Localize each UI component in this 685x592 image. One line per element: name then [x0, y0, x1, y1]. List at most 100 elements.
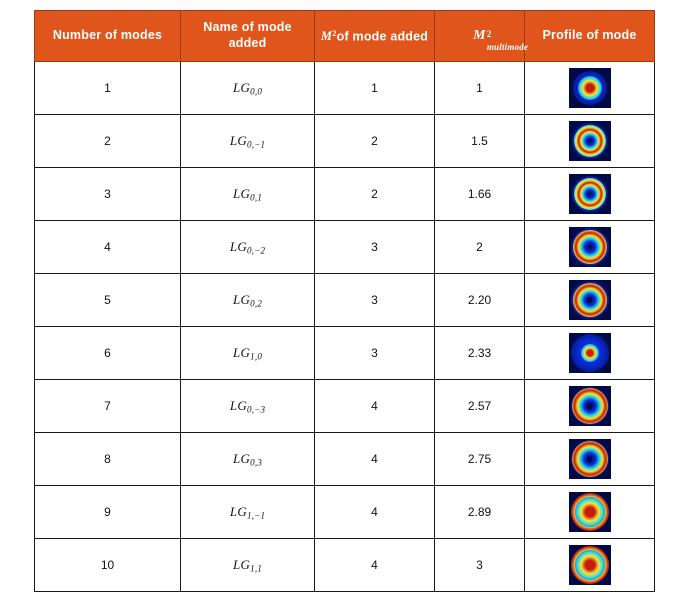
cell-mode-name: LG1,1 [180, 538, 315, 592]
table-row: 8 LG0,3 4 2.75 [34, 432, 655, 486]
mode-name-indices: 0,0 [250, 86, 263, 97]
profile-core [580, 344, 599, 362]
cell-profile-of-mode [524, 432, 655, 486]
mode-name-base: LG [229, 238, 248, 254]
table-row: 4 LG0,−2 3 2 [34, 220, 655, 274]
mode-profile-image [568, 227, 611, 267]
cell-m2-of-mode-added: 4 [314, 432, 435, 486]
cell-m2-of-mode-added: 4 [314, 379, 435, 433]
mode-name-base: LG [229, 397, 248, 413]
cell-m2-of-mode-added: 3 [314, 326, 435, 380]
cell-mode-name: LG0,−3 [180, 379, 315, 433]
cell-number-of-modes: 2 [34, 114, 181, 168]
header-m2-of-mode-added: M2of mode added [314, 10, 435, 62]
cell-m2-of-mode-added: 3 [314, 220, 435, 274]
mode-name-base: LG [229, 503, 248, 519]
cell-m2-of-mode-added: 4 [314, 485, 435, 539]
mode-profile-image [568, 68, 611, 108]
cell-number-of-modes: 7 [34, 379, 181, 433]
mode-name-base: LG [232, 291, 251, 307]
cell-number-of-modes: 10 [34, 538, 181, 592]
cell-m2-of-mode-added: 2 [314, 114, 435, 168]
cell-profile-of-mode [524, 379, 655, 433]
profile-vortex-center [586, 297, 593, 303]
cell-mode-name: LG0,−2 [180, 220, 315, 274]
cell-mode-name: LG0,1 [180, 167, 315, 221]
cell-m2-of-mode-added: 3 [314, 273, 435, 327]
table-row: 10 LG1,1 4 3 [34, 538, 655, 592]
mode-name-indices: 1,1 [250, 563, 263, 574]
cell-mode-name: LG0,3 [180, 432, 315, 486]
cell-mode-name: LG0,−1 [180, 114, 315, 168]
cell-m2-multimode: 2 [434, 220, 525, 274]
cell-m2-of-mode-added: 1 [314, 61, 435, 115]
mode-name-indices: 0,−3 [247, 404, 266, 415]
cell-m2-multimode: 2.75 [434, 432, 525, 486]
cell-m2-multimode: 1.5 [434, 114, 525, 168]
cell-profile-of-mode [524, 114, 655, 168]
mode-name-base: LG [232, 79, 251, 95]
mode-name-base: LG [232, 185, 251, 201]
mode-profile-image [568, 121, 611, 161]
table-row: 7 LG0,−3 4 2.57 [34, 379, 655, 433]
cell-m2-multimode: 1.66 [434, 167, 525, 221]
cell-mode-name: LG1,−1 [180, 485, 315, 539]
cell-profile-of-mode [524, 220, 655, 274]
header-m2-multimode: M 2 multimode [434, 10, 528, 62]
mode-profile-image [568, 545, 611, 585]
mode-name-indices: 0,−2 [247, 245, 266, 256]
header-profile-of-mode: Profile of mode [524, 10, 655, 62]
table-row: 6 LG1,0 3 2.33 [34, 326, 655, 380]
mode-profile-image [568, 333, 611, 373]
mode-profile-image [568, 386, 611, 426]
mode-name-indices: 0,3 [250, 457, 263, 468]
profile-core [574, 550, 605, 580]
table-row: 9 LG1,−1 4 2.89 [34, 485, 655, 539]
header-number-of-modes: Number of modes [34, 10, 181, 62]
cell-m2-multimode: 2.57 [434, 379, 525, 433]
cell-mode-name: LG1,0 [180, 326, 315, 380]
m2-symbol: M2 [320, 27, 337, 43]
mode-name-indices: 0,2 [250, 298, 263, 309]
profile-vortex-center [586, 455, 593, 463]
mode-name-base: LG [229, 132, 248, 148]
cell-number-of-modes: 4 [34, 220, 181, 274]
header-m2-suffix-text: of mode added [336, 28, 429, 43]
cell-profile-of-mode [524, 61, 655, 115]
cell-number-of-modes: 6 [34, 326, 181, 380]
mode-profile-image [568, 492, 611, 532]
mode-name-base: LG [232, 344, 251, 360]
cell-m2-of-mode-added: 2 [314, 167, 435, 221]
cell-m2-multimode: 2.33 [434, 326, 525, 380]
mode-table-container: Number of modes Name of mode added M2of … [34, 10, 655, 592]
mode-name-indices: 1,0 [250, 351, 263, 362]
mode-name-indices: 1,−1 [247, 510, 266, 521]
cell-m2-multimode: 3 [434, 538, 525, 592]
cell-number-of-modes: 3 [34, 167, 181, 221]
cell-profile-of-mode [524, 273, 655, 327]
table-header-row: Number of modes Name of mode added M2of … [34, 10, 655, 62]
cell-profile-of-mode [524, 538, 655, 592]
table-row: 1 LG0,0 1 1 [34, 61, 655, 115]
cell-profile-of-mode [524, 485, 655, 539]
mode-name-base: LG [232, 450, 251, 466]
profile-core [574, 497, 605, 527]
cell-number-of-modes: 1 [34, 61, 181, 115]
profile-core [577, 76, 602, 100]
cell-m2-multimode: 2.89 [434, 485, 525, 539]
cell-number-of-modes: 5 [34, 273, 181, 327]
cell-number-of-modes: 9 [34, 485, 181, 539]
mode-profile-image [568, 439, 611, 479]
cell-m2-multimode: 1 [434, 61, 525, 115]
mode-name-indices: 0,1 [250, 192, 263, 203]
table-body: 1 LG0,0 1 1 2 LG0,−1 2 1.5 3 LG0,1 2 1.66 4 LG0,−2 3 2 5… [34, 61, 655, 592]
header-name-of-mode-added: Name of mode added [180, 10, 315, 62]
cell-profile-of-mode [524, 167, 655, 221]
mode-profile-image [568, 280, 611, 320]
mode-profile-image [568, 174, 611, 214]
profile-vortex-center [586, 402, 593, 410]
table-header: Number of modes Name of mode added M2of … [34, 10, 655, 62]
table-row: 2 LG0,−1 2 1.5 [34, 114, 655, 168]
cell-mode-name: LG0,0 [180, 61, 315, 115]
cell-mode-name: LG0,2 [180, 273, 315, 327]
